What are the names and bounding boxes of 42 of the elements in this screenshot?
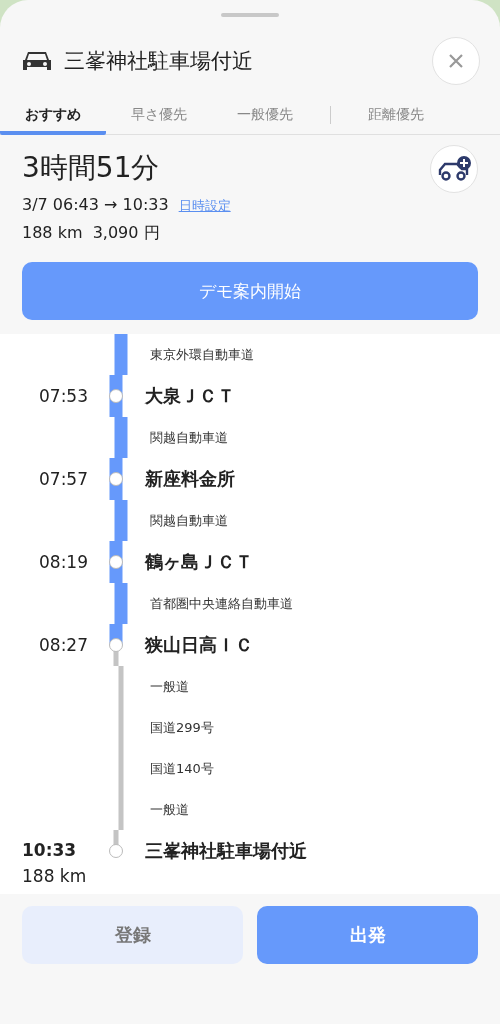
road-name: 関越自動車道 xyxy=(150,428,228,447)
arrival-time: 08:19 xyxy=(39,552,88,572)
duration-text: 3時間51分 xyxy=(22,150,161,186)
waypoint-name: 大泉ＪＣＴ xyxy=(145,384,235,408)
arrival-time: 10:33 xyxy=(22,840,77,860)
road-name: 国道299号 xyxy=(150,718,214,737)
road-name: 国道140号 xyxy=(150,759,214,778)
distance-fare: 188 km 3,090 円 xyxy=(22,223,161,244)
waypoint-name: 狭山日高ＩＣ xyxy=(145,633,253,657)
drag-handle[interactable] xyxy=(221,13,279,17)
route-tab[interactable]: おすすめ xyxy=(0,99,106,135)
waypoint-name: 鶴ヶ島ＪＣＴ xyxy=(145,550,253,574)
destination-title: 三峯神社駐車場付近 xyxy=(64,48,254,75)
route-tab[interactable]: 早さ優先 xyxy=(106,99,212,135)
road-name: 首都圏中央連絡自動車道 xyxy=(150,594,293,613)
waypoint-node xyxy=(109,555,123,569)
route-tab[interactable]: 距離優先 xyxy=(343,99,449,135)
register-button[interactable]: 登録 xyxy=(22,906,243,964)
car-plus-icon xyxy=(437,155,471,183)
waypoint-name: 三峯神社駐車場付近 xyxy=(145,839,307,863)
road-name: 一般道 xyxy=(150,677,189,696)
route-tab[interactable]: 一般優先 xyxy=(212,99,318,135)
demo-guidance-button[interactable]: デモ案内開始 xyxy=(22,262,478,320)
arrival-time: 08:27 xyxy=(39,635,88,655)
waypoint-node xyxy=(109,389,123,403)
close-icon xyxy=(448,53,464,69)
waypoint-node xyxy=(109,472,123,486)
time-range: 3/7 06:43 → 10:33 xyxy=(22,195,169,214)
waypoint-node xyxy=(109,638,123,652)
arrival-time: 07:57 xyxy=(39,469,88,489)
arrival-time: 07:53 xyxy=(39,386,88,406)
road-name: 東京外環自動車道 xyxy=(150,345,254,364)
car-icon xyxy=(22,49,52,73)
date-setting-link[interactable]: 日時設定 xyxy=(178,197,231,215)
add-car-button[interactable] xyxy=(430,145,478,193)
start-button[interactable]: 出発 xyxy=(257,906,478,964)
close-button[interactable] xyxy=(432,37,480,85)
road-name: 関越自動車道 xyxy=(150,511,228,530)
waypoint-name: 新座料金所 xyxy=(145,467,235,491)
total-distance: 188 km xyxy=(22,866,87,886)
road-name: 一般道 xyxy=(150,800,189,819)
waypoint-node xyxy=(109,844,123,858)
